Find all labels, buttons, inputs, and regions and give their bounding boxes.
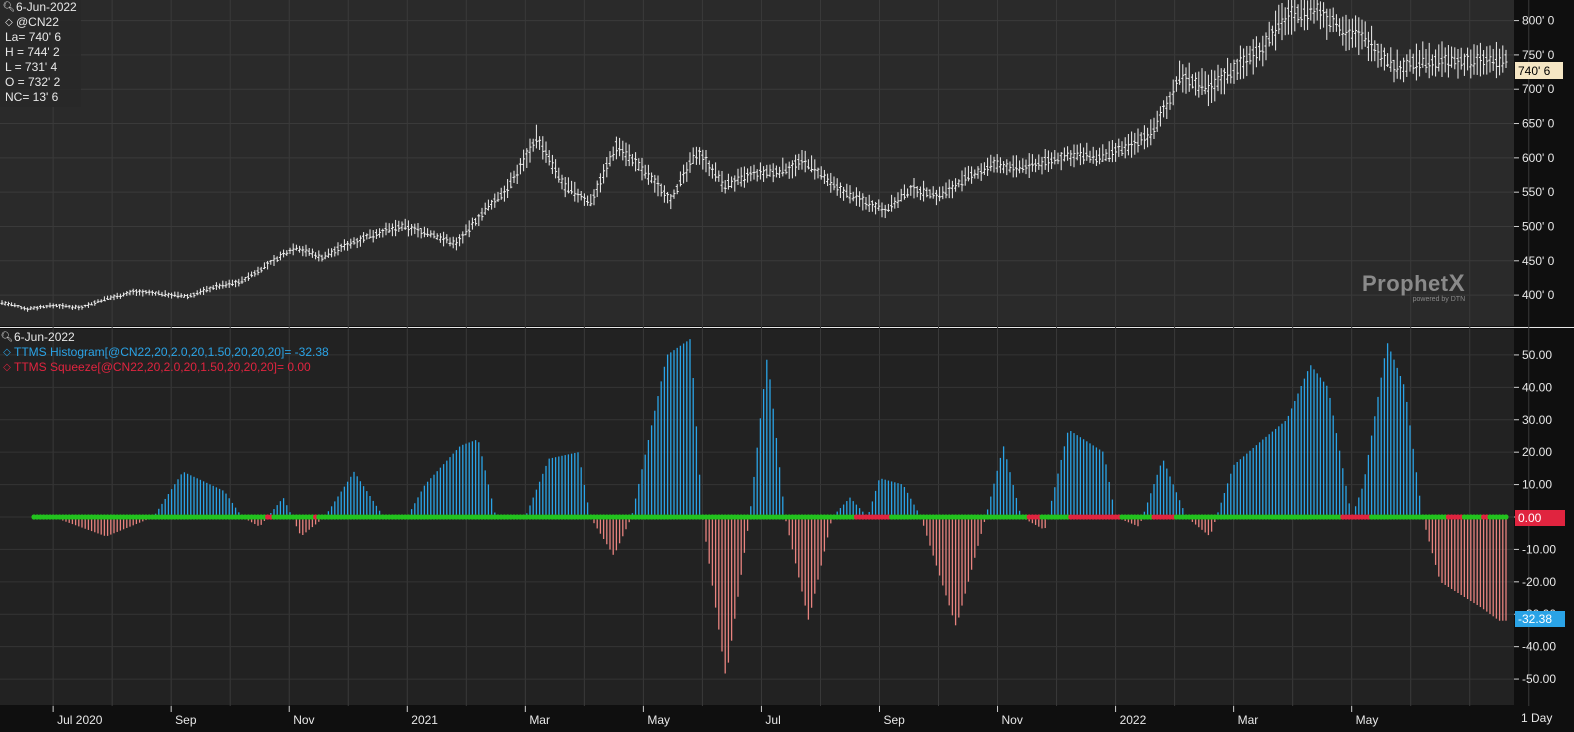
time-tick-label: 2022	[1120, 713, 1147, 727]
price-tick-label: 550' 0	[1522, 185, 1555, 199]
histogram-value-tag-label: -32.38	[1518, 612, 1552, 626]
price-tick-label: 650' 0	[1522, 117, 1555, 131]
time-tick-label: Sep	[175, 713, 197, 727]
histogram-legend-label[interactable]: TTMS Histogram[@CN22,20,2.0,20,1.50,20,2…	[14, 345, 329, 360]
last-price-tag: 740' 6	[1515, 62, 1563, 79]
price-tick-label: 700' 0	[1522, 82, 1555, 96]
time-tick-label: Nov	[293, 713, 314, 727]
time-tick-label: Mar	[529, 713, 550, 727]
indicator-tick-label: 10.00	[1522, 478, 1552, 492]
indicator-tick-label: -10.00	[1522, 542, 1556, 556]
squeeze-off-dot	[1503, 514, 1509, 520]
time-tick-label: May	[1356, 713, 1379, 727]
indicator-legend: 🔍︎ 6-Jun-2022 ◇ TTMS Histogram[@CN22,20,2.…	[0, 330, 329, 375]
indicator-tick-label: 50.00	[1522, 348, 1552, 362]
diamond-icon: ◇	[3, 347, 11, 358]
price-stat-open: O = 732' 2	[5, 75, 61, 89]
indicator-tick-label: -20.00	[1522, 575, 1556, 589]
zoom-icon[interactable]: 🔍︎	[0, 330, 14, 345]
time-tick-label: Jul 2020	[57, 713, 103, 727]
time-tick-label: Nov	[1002, 713, 1023, 727]
squeeze-legend-label[interactable]: TTMS Squeeze[@CN22,20,2.0,20,1.50,20,20,…	[14, 360, 311, 375]
price-tick-label: 400' 0	[1522, 288, 1555, 302]
squeeze-value-tag: 0.00	[1515, 510, 1565, 526]
price-tick-label: 450' 0	[1522, 254, 1555, 268]
squeeze-value-tag-label: 0.00	[1518, 511, 1542, 525]
logo-subtext: powered by DTN	[1412, 296, 1466, 303]
price-legend-symbol: @CN22	[16, 15, 59, 29]
time-tick-label: Mar	[1238, 713, 1259, 727]
interval-label[interactable]: 1 Day	[1521, 711, 1552, 725]
price-legend-date: 6-Jun-2022	[16, 0, 77, 14]
price-tick-label: 500' 0	[1522, 219, 1555, 233]
price-legend: 🔍︎ 6-Jun-2022 ◇ @CN22 La= 740' 6 H = 744' …	[0, 0, 81, 107]
time-axis-background	[0, 706, 1574, 732]
zoom-icon[interactable]: 🔍︎	[2, 0, 16, 15]
last-price-tag-label: 740' 6	[1518, 64, 1551, 78]
price-stat-high: H = 744' 2	[5, 45, 60, 59]
price-stat-last: La= 740' 6	[5, 30, 62, 44]
time-tick-label: 2021	[411, 713, 438, 727]
prophetx-logo: ProphetX powered by DTN	[1362, 270, 1466, 303]
time-tick-label: May	[647, 713, 670, 727]
indicator-tick-label: 20.00	[1522, 445, 1552, 459]
indicator-tick-label: -50.00	[1522, 672, 1556, 686]
histogram-value-tag: -32.38	[1515, 611, 1565, 627]
indicator-tick-label: 40.00	[1522, 380, 1552, 394]
diamond-icon: ◇	[3, 362, 11, 373]
indicator-tick-label: -40.00	[1522, 640, 1556, 654]
price-stat-net-change: NC= 13' 6	[5, 90, 59, 104]
price-tick-label: 750' 0	[1522, 48, 1555, 62]
price-stat-low: L = 731' 4	[5, 60, 58, 74]
time-tick-label: Sep	[883, 713, 905, 727]
price-tick-label: 600' 0	[1522, 151, 1555, 165]
diamond-icon: ◇	[5, 17, 13, 28]
indicator-tick-label: 30.00	[1522, 413, 1552, 427]
logo-suffix: X	[1448, 270, 1466, 297]
squeeze-series	[31, 514, 1509, 520]
price-tick-label: 800' 0	[1522, 14, 1555, 28]
indicator-legend-date: 6-Jun-2022	[14, 330, 75, 344]
price-panel-background	[0, 0, 1514, 326]
logo-text: Prophet	[1362, 271, 1449, 296]
time-tick-label: Jul	[765, 713, 780, 727]
